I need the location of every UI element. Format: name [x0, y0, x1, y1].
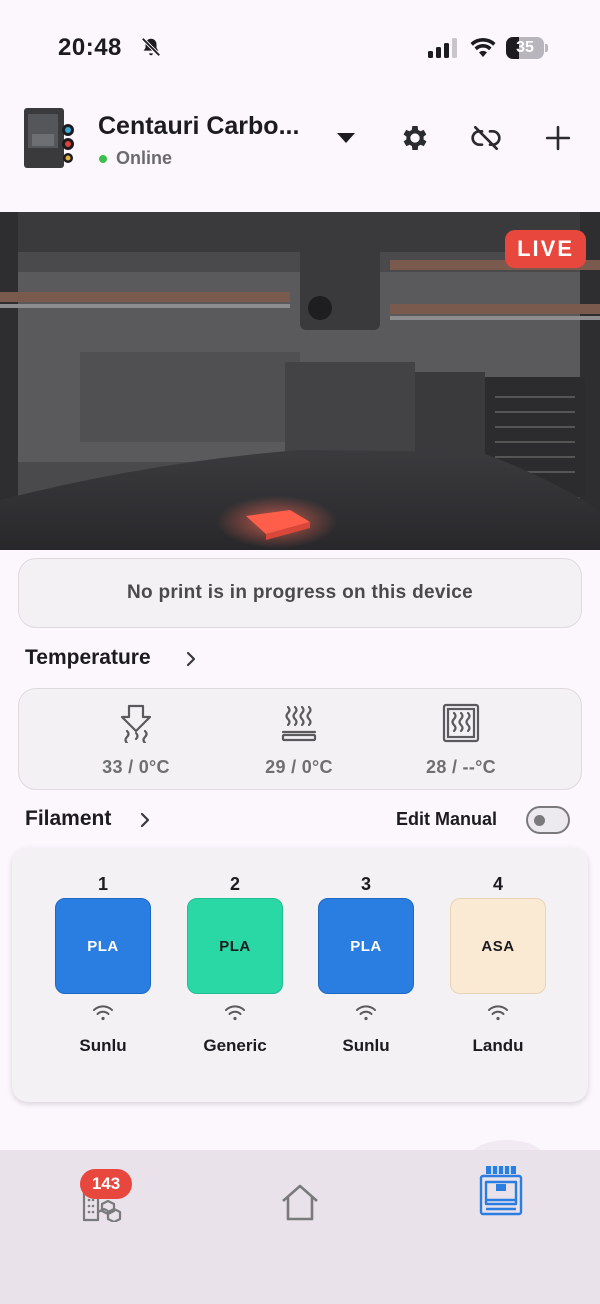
slot-number: 2 [229, 874, 240, 894]
temperature-title[interactable]: Temperature [25, 646, 151, 670]
slot-number: 4 [492, 874, 503, 894]
status-bar: 20:48 35 [0, 0, 600, 96]
online-status-dot [99, 155, 107, 163]
filament-card: 1 PLA Sunlu 2 PLA Generic 3 PLA Sunlu 4 … [12, 848, 588, 1102]
slot-swatch[interactable]: ASA [450, 898, 546, 994]
filament-slot-4[interactable]: 4 ASA Landu [450, 874, 546, 1056]
bed-temp: 29 / 0°C [239, 703, 359, 778]
link-off-icon[interactable] [466, 118, 506, 158]
printer-name[interactable]: Centauri Carbo... [98, 112, 299, 141]
slot-brand: Sunlu [79, 1036, 127, 1055]
cellular-signal-icon [428, 38, 460, 63]
edit-manual-toggle[interactable] [526, 806, 570, 834]
slot-brand: Generic [203, 1036, 267, 1055]
slot-swatch[interactable]: PLA [187, 898, 283, 994]
models-count-badge: 143 [80, 1169, 132, 1199]
heatbed-icon [281, 705, 317, 742]
gear-icon[interactable] [395, 118, 435, 158]
printer-header: Centauri Carbo... Online [0, 96, 600, 196]
slot-brand: Sunlu [342, 1036, 390, 1055]
filament-slot-1[interactable]: 1 PLA Sunlu [55, 874, 151, 1056]
filament-slot-3[interactable]: 3 PLA Sunlu [318, 874, 414, 1056]
wifi-icon [470, 36, 496, 63]
printer-icon[interactable] [476, 1162, 526, 1220]
bell-muted-icon [140, 36, 162, 63]
slot-brand: Landu [472, 1036, 524, 1055]
edit-manual-label: Edit Manual [396, 809, 498, 829]
home-icon[interactable] [276, 1178, 324, 1226]
bed-temp-value: 29 / 0°C [265, 757, 333, 777]
chamber-temp-value: 28 / --°C [426, 757, 496, 777]
nozzle-temp: 33 / 0°C [76, 703, 196, 778]
slot-number: 3 [360, 874, 371, 894]
print-status-message: No print is in progress on this device [126, 582, 474, 603]
print-status-card: No print is in progress on this device [18, 558, 582, 628]
printer-status: Online [116, 148, 173, 168]
chevron-right-icon[interactable] [184, 650, 198, 673]
dropdown-arrow-icon[interactable] [326, 118, 366, 158]
nozzle-temp-value: 33 / 0°C [102, 757, 170, 777]
rfid-icon [55, 1004, 151, 1028]
live-badge: LIVE [505, 230, 586, 268]
temperature-card[interactable]: 33 / 0°C 29 / 0°C 28 / --°C [18, 688, 582, 790]
battery-icon: 35 [506, 37, 548, 59]
nozzle-icon [120, 704, 152, 743]
filament-slot-2[interactable]: 2 PLA Generic [187, 874, 283, 1056]
chamber-icon [442, 703, 480, 743]
chamber-temp: 28 / --°C [401, 703, 521, 778]
plus-icon[interactable] [538, 118, 578, 158]
status-time: 20:48 [58, 34, 122, 61]
chevron-right-icon[interactable] [138, 811, 152, 834]
filament-title[interactable]: Filament [25, 807, 111, 831]
camera-feed[interactable]: LIVE [0, 212, 600, 550]
slot-swatch[interactable]: PLA [318, 898, 414, 994]
slot-swatch[interactable]: PLA [55, 898, 151, 994]
battery-level: 35 [516, 39, 534, 56]
toggle-knob [534, 815, 545, 826]
rfid-icon [187, 1004, 283, 1028]
printer-thumbnail[interactable] [22, 104, 76, 170]
rfid-icon [318, 1004, 414, 1028]
rfid-icon [450, 1004, 546, 1028]
slot-number: 1 [97, 874, 108, 894]
